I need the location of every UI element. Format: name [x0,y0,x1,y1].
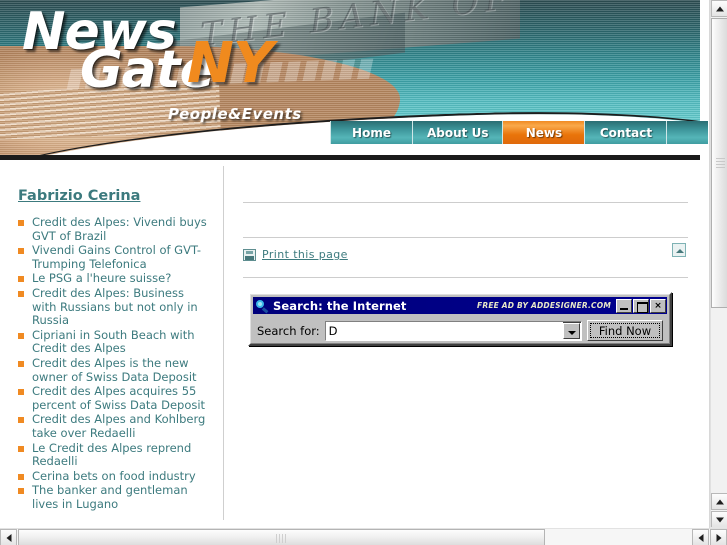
nav-item-about-us[interactable]: About Us [412,121,503,144]
sidebar-news-item-label: Le PSG a l'heure suisse? [32,271,172,286]
divider-bottom [243,277,688,278]
find-now-label: Find Now [598,323,652,338]
sidebar-news-item-label: Le Credit des Alpes reprend Redaelli [32,440,192,469]
sidebar-news-item-label: Credit des Alpes is the new owner of Swi… [32,355,197,384]
search-combobox[interactable]: D [324,320,582,341]
search-input[interactable]: D [325,321,563,340]
bullet-icon [18,445,24,452]
scroll-left-button[interactable] [0,529,17,545]
arrow-right-icon [716,533,721,542]
nav-filler [666,121,709,144]
close-button[interactable]: × [650,298,666,313]
bullet-icon [18,276,24,283]
sidebar-news-item-label: Credit des Alpes: Business with Russians… [32,285,198,328]
arrow-left-icon [698,533,703,542]
logo-text-ny: NY [187,31,273,96]
arrow-left-icon [6,533,11,542]
sidebar-news-item-label: Vivendi Gains Control of GVT-Trumping Te… [32,243,202,271]
sidebar-news-item[interactable]: Le Credit des Alpes reprend Redaelli [18,440,209,469]
scroll-up-button[interactable] [711,0,727,17]
search-dialog-body: Search for: D Find Now [253,314,667,341]
horizontal-scrollbar[interactable] [0,528,727,545]
scroll-to-top-icon[interactable] [672,243,686,257]
sidebar-news-item-label: Credit des Alpes and Kohlberg take over … [32,412,206,440]
find-now-button[interactable]: Find Now [587,320,663,341]
bullet-icon [18,332,24,339]
bullet-icon [18,360,24,367]
magnifier-icon [255,299,269,313]
sidebar-news-item-label: Credit des Alpes acquires 55 percent of … [32,384,206,412]
browser-window: THE BANK OF News Gate NY People&Events H… [0,0,727,545]
sidebar-news-item[interactable]: Vivendi Gains Control of GVT-Trumping Te… [18,243,209,271]
thumb-grip [275,534,288,543]
nav-item-news[interactable]: News [502,121,585,144]
arrow-down-icon [715,517,724,522]
sidebar-news-item[interactable]: The banker and gentleman lives in Lugano [18,484,209,511]
minimize-button[interactable] [616,298,632,313]
printer-icon [243,248,256,261]
sidebar-news-list: Credit des Alpes: Vivendi buys GVT of Br… [18,215,223,511]
nav-item-contact[interactable]: Contact [584,121,667,144]
sidebar-news-item[interactable]: Credit des Alpes is the new owner of Swi… [18,355,209,384]
sidebar-title[interactable]: Fabrizio Cerina [18,188,223,204]
sidebar-news-item[interactable]: Cipriani in South Beach with Credit des … [18,327,209,356]
sidebar-news-item[interactable]: Le PSG a l'heure suisse? [18,272,209,286]
banner-bottom-bar [0,155,700,160]
maximize-button[interactable] [633,298,649,313]
bullet-icon [18,488,24,495]
bullet-icon [18,417,24,424]
arrow-up-icon [715,6,724,11]
logo-tagline: People&Events [168,105,302,123]
sidebar-news-item-label: Credit des Alpes: Vivendi buys GVT of Br… [32,215,207,243]
divider-top [243,202,688,203]
bullet-icon [18,389,24,396]
scroll-down-button[interactable] [711,493,727,510]
bullet-icon [18,248,24,255]
search-dialog: Search: the Internet FREE AD BY ADDESIGN… [248,292,672,346]
scroll-right-button[interactable] [710,529,727,545]
vertical-scrollbar[interactable] [710,0,727,528]
sidebar-news-item[interactable]: Credit des Alpes and Kohlberg take over … [18,413,209,440]
sidebar-news-item-label: Cipriani in South Beach with Credit des … [32,327,195,356]
scroll-down-button-2[interactable] [711,511,727,528]
horizontal-scrollbar-thumb[interactable] [18,529,545,545]
sidebar-news-item[interactable]: Cerina bets on food industry [18,468,209,484]
sidebar-news-item-label: Cerina bets on food industry [32,468,196,483]
bullet-icon [18,473,24,480]
sidebar-news-item[interactable]: Credit des Alpes: Vivendi buys GVT of Br… [18,215,209,243]
chevron-down-icon[interactable] [563,322,580,339]
bullet-icon [18,290,24,297]
print-this-page-link[interactable]: Print this page [262,248,348,261]
thumb-grip [716,158,725,168]
search-dialog-ad-text: FREE AD BY ADDESIGNER.COM [477,301,611,310]
scrollbar-corner [710,527,727,528]
nav-item-home[interactable]: Home [330,121,412,144]
sidebar-news-item[interactable]: Credit des Alpes acquires 55 percent of … [18,384,209,412]
print-row: Print this page [243,238,688,264]
sidebar-news-item[interactable]: Credit des Alpes: Business with Russians… [18,285,209,328]
arrow-up-icon [715,499,724,504]
sidebar: Fabrizio Cerina Credit des Alpes: Vivend… [0,166,224,520]
search-dialog-inner: Search: the Internet FREE AD BY ADDESIGN… [250,294,670,344]
main-navigation: Home About Us News Contact [330,121,709,144]
search-for-label: Search for: [257,323,320,338]
search-dialog-titlebar[interactable]: Search: the Internet FREE AD BY ADDESIGN… [253,297,667,314]
page-viewport: THE BANK OF News Gate NY People&Events H… [0,0,710,528]
scroll-left-button-2[interactable] [692,529,709,545]
sidebar-news-item-label: The banker and gentleman lives in Lugano [32,483,188,511]
search-dialog-title: Search: the Internet [273,298,407,313]
bullet-icon [18,220,24,226]
vertical-scrollbar-thumb[interactable] [711,18,727,308]
